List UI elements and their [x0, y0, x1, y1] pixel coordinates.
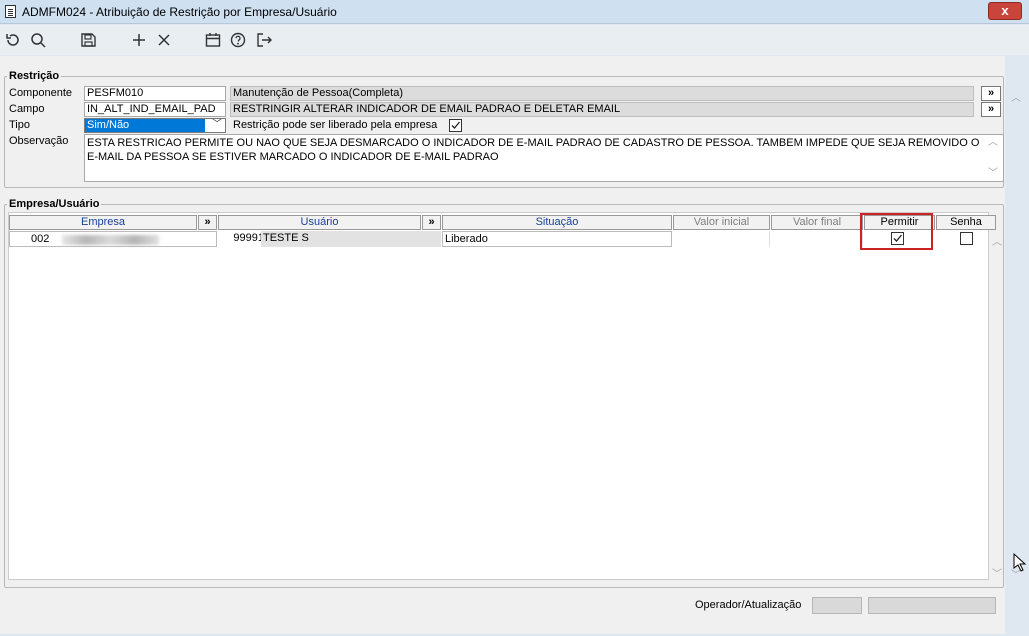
liberado-checkbox[interactable]: [449, 119, 462, 132]
tipo-selected-value: Sim/Não: [85, 119, 205, 132]
empresa-usuario-table: Empresa » Usuário » Situação Valor inici…: [8, 212, 1002, 580]
componente-more-button[interactable]: »: [981, 86, 1001, 101]
operador-field: [812, 597, 862, 614]
scroll-down-icon[interactable]: ﹀: [988, 167, 998, 181]
scroll-up-icon[interactable]: ︿: [1011, 89, 1021, 104]
observacao-text: ESTA RESTRICAO PERMITE OU NAO QUE SEJA D…: [87, 137, 980, 163]
column-header-valor-final[interactable]: Valor final: [771, 215, 863, 230]
calendar-icon[interactable]: [204, 31, 222, 49]
add-icon[interactable]: [130, 31, 148, 49]
empresa-usuario-legend: Empresa/Usuário: [9, 198, 100, 210]
chevron-down-icon[interactable]: ﹀: [212, 119, 222, 131]
observacao-textarea[interactable]: ESTA RESTRICAO PERMITE OU NAO QUE SEJA D…: [84, 134, 1004, 182]
liberado-label: Restrição pode ser liberado pela empresa: [233, 119, 438, 131]
column-header-permitir[interactable]: Permitir: [864, 215, 935, 230]
document-icon: [5, 5, 16, 18]
delete-icon[interactable]: [155, 31, 173, 49]
atualizacao-field: [868, 597, 996, 614]
empresa-more-button[interactable]: »: [198, 215, 217, 230]
componente-description: Manutenção de Pessoa(Completa): [230, 86, 974, 101]
componente-field[interactable]: PESFM010: [84, 86, 226, 101]
usuario-more-button[interactable]: »: [422, 215, 441, 230]
operador-label: Operador/Atualização: [695, 599, 802, 611]
campo-more-button[interactable]: »: [981, 102, 1001, 117]
scroll-up-icon[interactable]: ︿: [988, 136, 998, 150]
redacted-empresa-name: [62, 235, 159, 245]
valor-final-cell[interactable]: [771, 231, 863, 247]
usuario-name-cell[interactable]: TESTE S: [261, 231, 441, 247]
column-header-usuario[interactable]: Usuário: [218, 215, 421, 230]
close-button[interactable]: x: [988, 2, 1022, 20]
mouse-cursor-icon: [1013, 552, 1027, 573]
campo-description: RESTRINGIR ALTERAR INDICADOR DE EMAIL PA…: [230, 102, 974, 117]
help-icon[interactable]: [229, 31, 247, 49]
usuario-code-cell[interactable]: 99991: [218, 231, 266, 247]
column-header-senha[interactable]: Senha: [936, 215, 996, 230]
column-header-situacao[interactable]: Situação: [442, 215, 672, 230]
search-icon[interactable]: [29, 31, 47, 49]
title-bar: ADMFM024 - Atribuição de Restrição por E…: [0, 0, 1029, 24]
campo-field[interactable]: IN_ALT_IND_EMAIL_PAD: [84, 102, 226, 117]
column-header-empresa[interactable]: Empresa: [9, 215, 197, 230]
checkmark-icon: [893, 234, 902, 242]
campo-label: Campo: [9, 103, 45, 115]
exit-icon[interactable]: [255, 31, 273, 49]
senha-checkbox[interactable]: [960, 232, 973, 245]
restricao-legend: Restrição: [9, 70, 60, 82]
situacao-cell[interactable]: Liberado: [442, 231, 672, 247]
tipo-label: Tipo: [9, 119, 30, 131]
column-header-valor-inicial[interactable]: Valor inicial: [673, 215, 770, 230]
toolbar: [0, 25, 1029, 55]
save-icon[interactable]: [79, 31, 97, 49]
valor-inicial-cell[interactable]: [673, 231, 770, 247]
window-scrollbar[interactable]: ︿ ﹀: [1005, 56, 1029, 634]
tipo-select[interactable]: Sim/Não ﹀: [84, 118, 226, 133]
undo-icon[interactable]: [4, 31, 22, 49]
componente-label: Componente: [9, 87, 72, 99]
scroll-down-icon[interactable]: ﹀: [992, 565, 1002, 580]
scroll-up-icon[interactable]: ︿: [992, 233, 1002, 248]
window-title: ADMFM024 - Atribuição de Restrição por E…: [22, 5, 337, 19]
permitir-checkbox[interactable]: [891, 232, 904, 245]
observacao-label: Observação: [9, 135, 69, 147]
checkmark-icon: [451, 121, 460, 129]
